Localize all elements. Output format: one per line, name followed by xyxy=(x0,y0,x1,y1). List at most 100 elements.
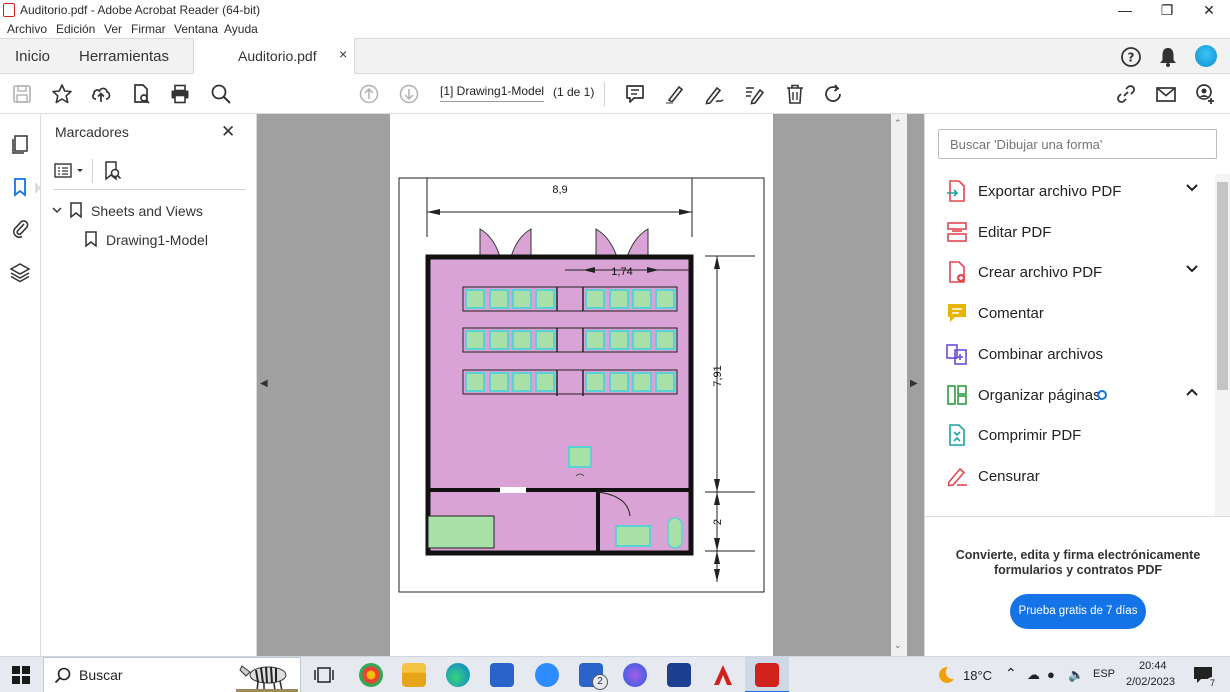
bookmarks-icon[interactable] xyxy=(9,176,31,198)
close-panel-icon[interactable]: ✕ xyxy=(221,122,235,142)
email-icon[interactable] xyxy=(1154,82,1178,106)
dimension-inner: 1,74 xyxy=(611,266,632,278)
redact-icon xyxy=(947,467,967,487)
zoom-icon[interactable] xyxy=(209,82,233,106)
tool-label: Censurar xyxy=(978,468,1040,485)
network-icon[interactable]: ● xyxy=(1047,667,1055,682)
tools-scrollbar[interactable] xyxy=(1215,174,1230,516)
windows-taskbar: Buscar 2 18°C ⌃ ☁ ● 🔈 ESP 20:44 2/02/202… xyxy=(0,656,1230,692)
chevron-down-icon[interactable] xyxy=(51,204,63,216)
edit-icon[interactable] xyxy=(742,82,766,106)
document-scrollbar[interactable]: ⌃ ⌄ xyxy=(891,114,907,656)
acrobat-taskbar-icon xyxy=(755,663,779,687)
tool-comment[interactable]: Comentar xyxy=(945,301,1205,327)
tool-label: Combinar archivos xyxy=(978,346,1104,363)
bookmark-options-icon[interactable] xyxy=(54,162,88,180)
expand-right-panel-icon[interactable]: ▶ xyxy=(910,378,918,389)
rotate-icon[interactable] xyxy=(821,82,845,106)
page-number-field[interactable]: [1] Drawing1-Model xyxy=(440,84,545,102)
highlight-icon[interactable] xyxy=(663,82,687,106)
tool-compress-pdf[interactable]: Comprimir PDF xyxy=(945,423,1205,449)
file-explorer-icon[interactable] xyxy=(402,663,426,687)
combine-files-icon xyxy=(946,344,967,365)
clock-date[interactable]: 2/02/2023 xyxy=(1126,676,1175,688)
free-trial-button[interactable]: Prueba gratis de 7 días xyxy=(1010,594,1146,629)
acrobat-taskbar-button[interactable] xyxy=(745,657,789,692)
tool-create-pdf[interactable]: Crear archivo PDF xyxy=(945,260,1205,286)
menu-ventana[interactable]: Ventana xyxy=(174,22,218,36)
tab-herramientas[interactable]: Herramientas xyxy=(79,48,169,65)
close-tab-button[interactable]: × xyxy=(339,46,347,62)
taskbar-search[interactable]: Buscar xyxy=(43,657,301,692)
tool-label: Comprimir PDF xyxy=(978,427,1082,444)
tool-edit-pdf[interactable]: Editar PDF xyxy=(945,220,1205,246)
chevron-up-icon[interactable] xyxy=(1185,385,1199,399)
menu-firmar[interactable]: Firmar xyxy=(131,22,166,36)
temperature[interactable]: 18°C xyxy=(963,668,992,683)
close-window-button[interactable]: ✕ xyxy=(1188,0,1230,20)
zoom-app-icon[interactable] xyxy=(535,663,559,687)
edge-icon[interactable] xyxy=(446,663,470,687)
tools-search-input[interactable] xyxy=(938,129,1217,159)
tool-export-pdf[interactable]: Exportar archivo PDF xyxy=(945,179,1205,205)
notifications-bell-icon[interactable] xyxy=(1158,46,1178,68)
bookmark-item-drawing[interactable]: Drawing1-Model xyxy=(81,231,251,251)
windows-start-icon[interactable] xyxy=(12,666,30,684)
page-thumbnails-icon[interactable] xyxy=(9,133,31,155)
sign-icon[interactable] xyxy=(702,82,726,106)
attachments-icon[interactable] xyxy=(9,217,31,239)
onedrive-icon[interactable]: ☁ xyxy=(1027,667,1040,683)
tool-combine-files[interactable]: Combinar archivos xyxy=(945,342,1205,368)
share-link-icon[interactable] xyxy=(1114,82,1138,106)
menu-edicion[interactable]: Edición xyxy=(56,22,95,36)
revit-icon[interactable] xyxy=(667,663,691,687)
add-user-icon[interactable] xyxy=(1193,82,1217,106)
delete-icon[interactable] xyxy=(783,82,807,106)
tab-inicio[interactable]: Inicio xyxy=(15,48,50,65)
user-avatar[interactable] xyxy=(1195,45,1217,67)
print-icon[interactable] xyxy=(168,82,192,106)
weather-moon-icon[interactable] xyxy=(934,665,956,685)
export-pdf-icon xyxy=(947,180,965,202)
collapse-left-panel-icon[interactable]: ◀ xyxy=(260,378,268,389)
save-icon[interactable] xyxy=(10,82,34,106)
volume-muted-icon[interactable]: 🔈 xyxy=(1068,667,1084,683)
autocad-icon[interactable] xyxy=(711,663,735,687)
clock-time[interactable]: 20:44 xyxy=(1139,660,1167,672)
minimize-button[interactable]: — xyxy=(1104,0,1146,20)
tool-organize-pages[interactable]: Organizar páginas xyxy=(945,383,1205,409)
next-page-icon[interactable] xyxy=(397,82,421,106)
copilot-icon[interactable] xyxy=(623,663,647,687)
document-viewer[interactable]: 8,9 7,91 2 1,74 xyxy=(257,114,924,656)
bookmarks-panel: Marcadores ✕ Sheets and Views Drawing1-M… xyxy=(41,114,257,656)
restore-button[interactable]: ❐ xyxy=(1146,0,1188,20)
panel-divider xyxy=(92,159,93,183)
chevron-down-icon[interactable] xyxy=(1185,262,1199,276)
store-icon[interactable] xyxy=(490,663,514,687)
comment-icon[interactable] xyxy=(623,82,647,106)
comment-tool-icon xyxy=(948,304,966,322)
organize-pages-icon xyxy=(947,385,967,405)
chrome-icon[interactable] xyxy=(359,663,383,687)
menu-ver[interactable]: Ver xyxy=(104,22,122,36)
menu-archivo[interactable]: Archivo xyxy=(7,22,47,36)
bookmark-label: Drawing1-Model xyxy=(106,232,208,248)
menu-ayuda[interactable]: Ayuda xyxy=(224,22,258,36)
tools-scrollbar-thumb[interactable] xyxy=(1217,182,1228,390)
tab-document[interactable]: Auditorio.pdf × xyxy=(193,38,355,75)
zebra-illustration-icon xyxy=(236,665,298,692)
layers-icon[interactable] xyxy=(9,261,31,283)
input-language[interactable]: ESP xyxy=(1093,668,1115,680)
find-bookmark-icon[interactable] xyxy=(101,160,123,182)
upload-icon[interactable] xyxy=(89,82,113,106)
page-search-icon[interactable] xyxy=(129,82,153,106)
star-icon[interactable] xyxy=(50,82,74,106)
tool-redact[interactable]: Censurar xyxy=(945,464,1205,490)
help-icon[interactable]: ? xyxy=(1120,46,1142,68)
tool-label: Editar PDF xyxy=(978,224,1052,241)
chevron-down-icon[interactable] xyxy=(1185,181,1199,195)
tray-chevron-up-icon[interactable]: ⌃ xyxy=(1005,665,1017,682)
task-view-icon[interactable] xyxy=(314,666,334,684)
bookmark-item-sheets[interactable]: Sheets and Views xyxy=(51,202,251,222)
prev-page-icon[interactable] xyxy=(357,82,381,106)
